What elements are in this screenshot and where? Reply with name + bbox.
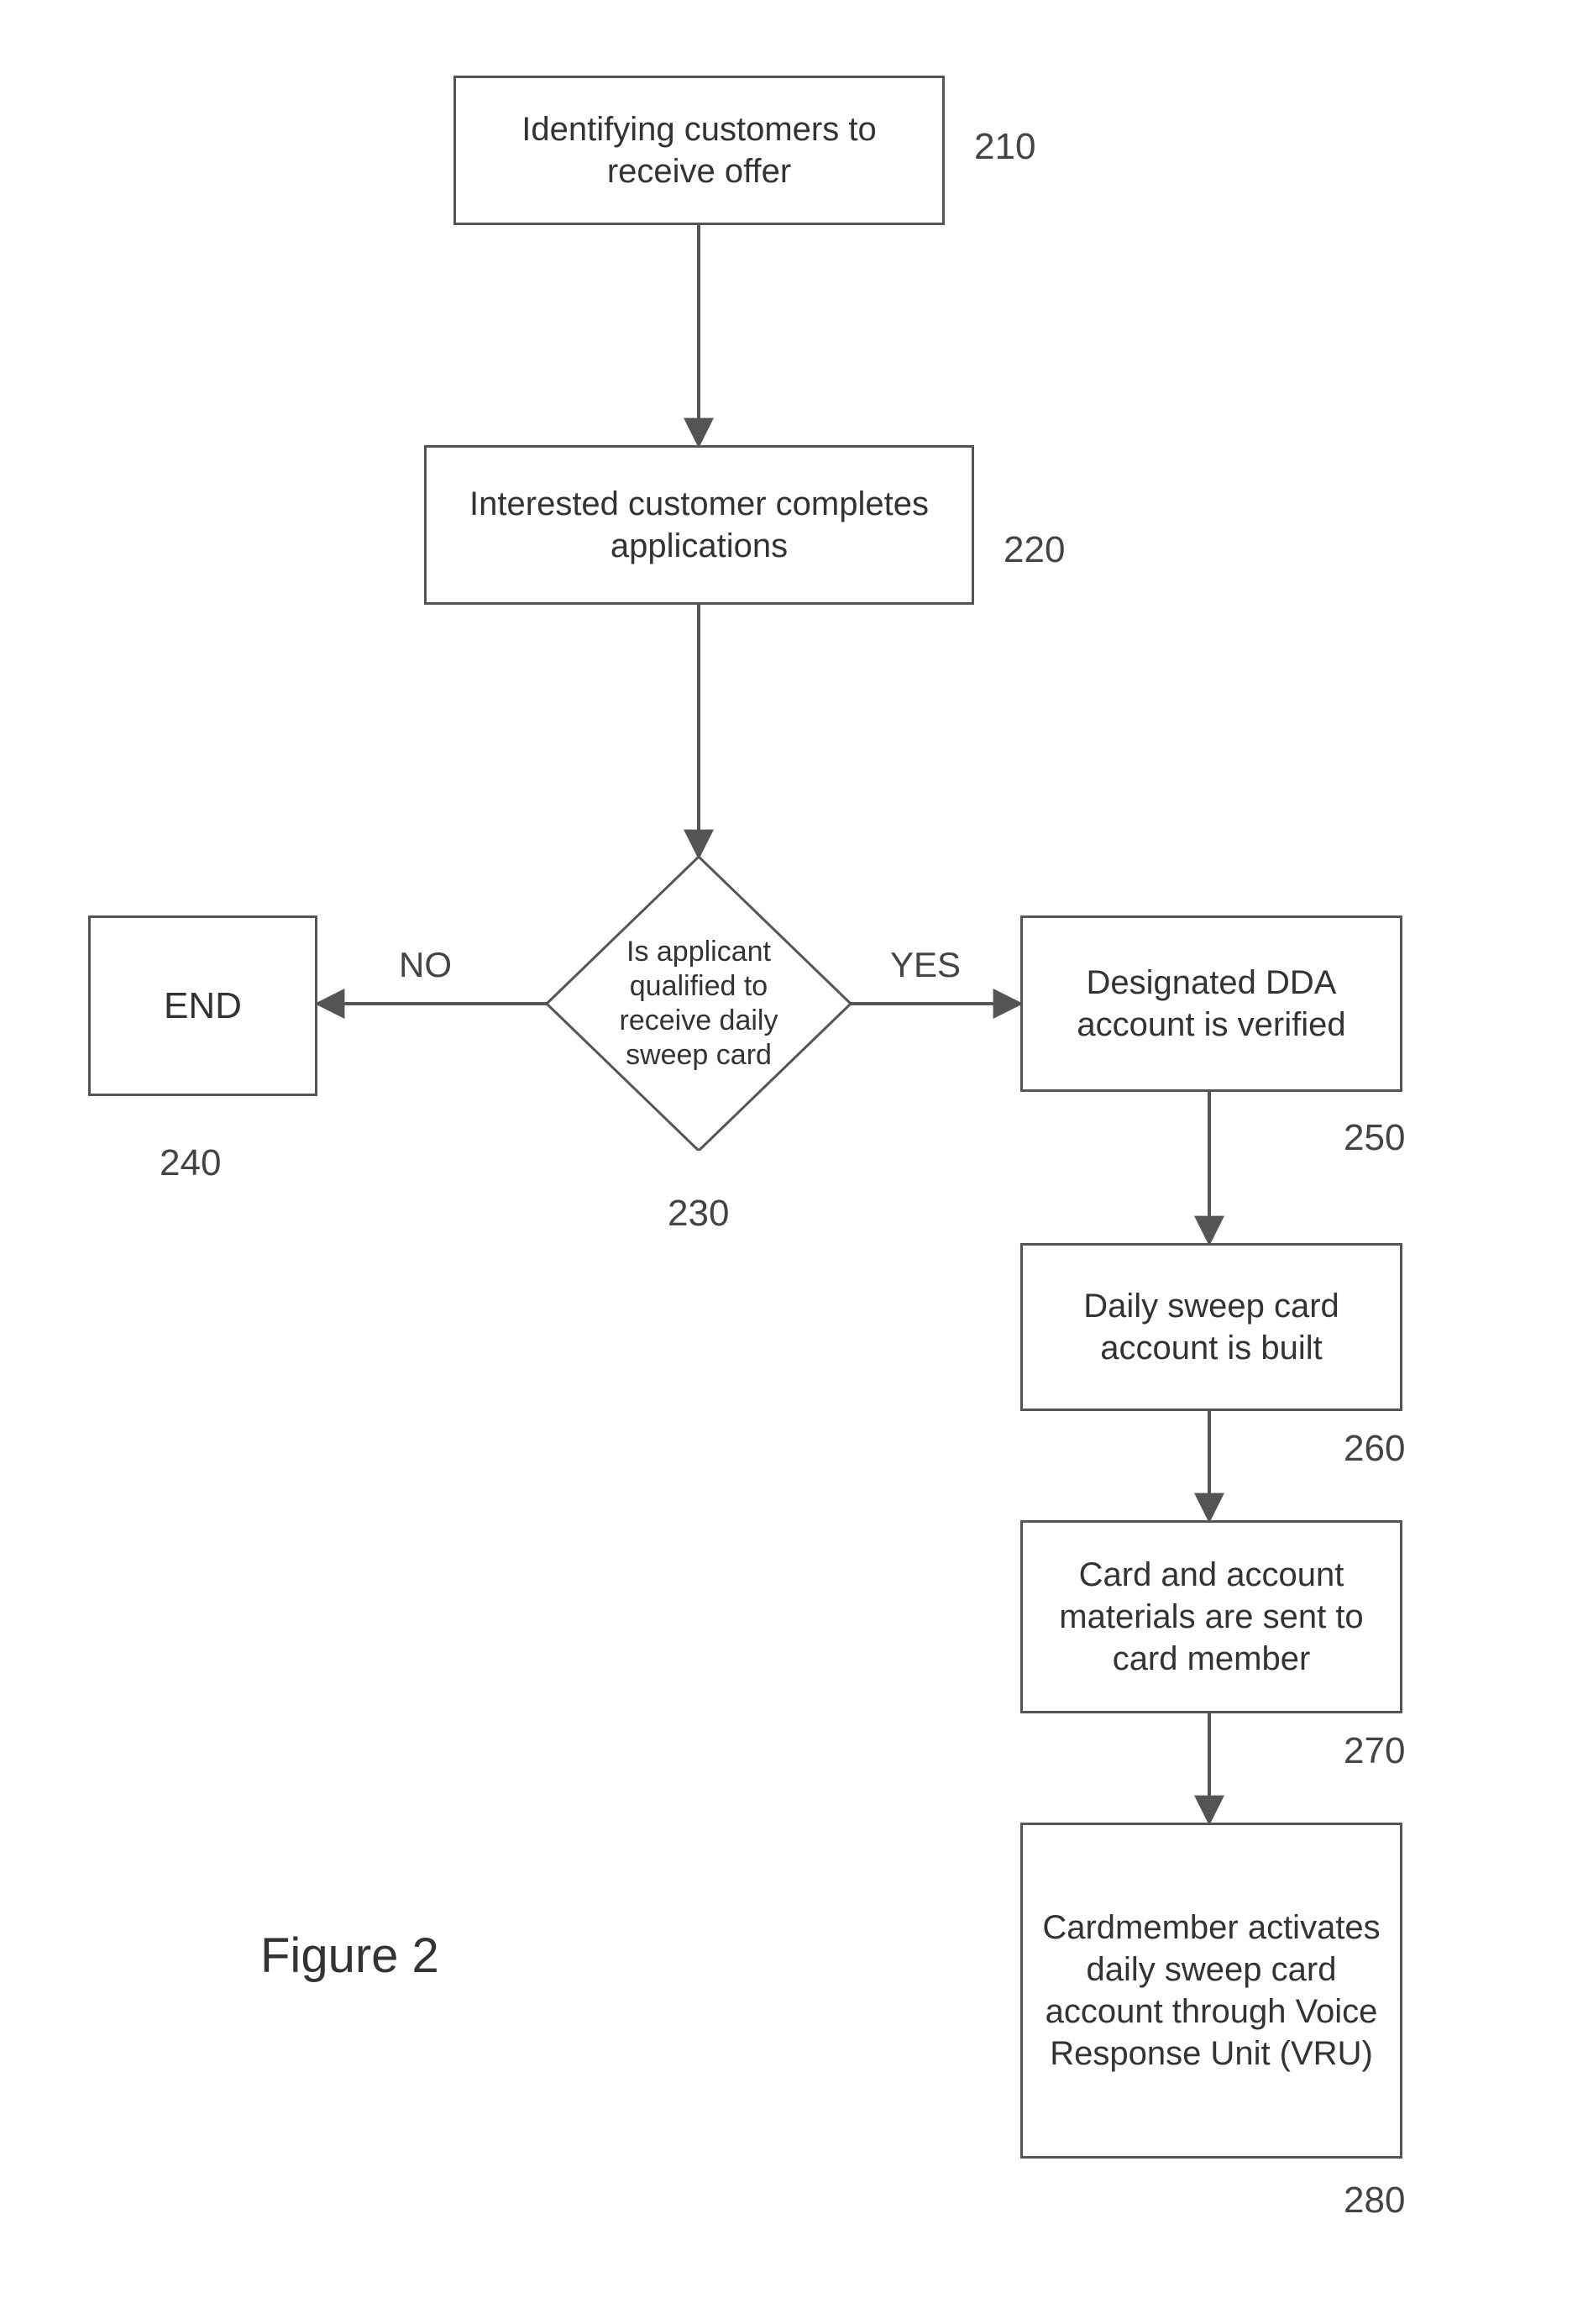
- decision-diamond-230: Is applicant qualified to receive daily …: [547, 857, 851, 1151]
- ref-label-260: 260: [1344, 1428, 1405, 1470]
- edge-label-yes: YES: [890, 945, 961, 985]
- process-box-210: Identifying customers to receive offer: [453, 76, 945, 225]
- terminator-text: END: [164, 983, 242, 1029]
- process-text: Card and account materials are sent to c…: [1040, 1554, 1383, 1680]
- edge-label-no: NO: [399, 945, 452, 985]
- decision-text: Is applicant qualified to receive daily …: [547, 857, 851, 1151]
- ref-label-250: 250: [1344, 1117, 1405, 1159]
- flowchart-canvas: Identifying customers to receive offer 2…: [0, 0, 1588, 2324]
- process-text: Identifying customers to receive offer: [473, 108, 925, 192]
- ref-label-230: 230: [668, 1193, 729, 1235]
- process-box-260: Daily sweep card account is built: [1020, 1243, 1402, 1411]
- ref-label-240: 240: [160, 1142, 221, 1184]
- process-box-280: Cardmember activates daily sweep card ac…: [1020, 1823, 1402, 2159]
- ref-label-220: 220: [1004, 529, 1065, 571]
- terminator-box-240: END: [88, 915, 317, 1096]
- process-box-220: Interested customer completes applicatio…: [424, 445, 974, 605]
- ref-label-270: 270: [1344, 1730, 1405, 1772]
- process-text: Daily sweep card account is built: [1040, 1285, 1383, 1369]
- figure-caption: Figure 2: [260, 1928, 439, 1984]
- process-box-250: Designated DDA account is verified: [1020, 915, 1402, 1092]
- process-text: Interested customer completes applicatio…: [443, 483, 955, 567]
- process-box-270: Card and account materials are sent to c…: [1020, 1520, 1402, 1713]
- ref-label-210: 210: [974, 126, 1035, 168]
- process-text: Cardmember activates daily sweep card ac…: [1040, 1907, 1383, 2075]
- process-text: Designated DDA account is verified: [1040, 962, 1383, 1046]
- ref-label-280: 280: [1344, 2180, 1405, 2222]
